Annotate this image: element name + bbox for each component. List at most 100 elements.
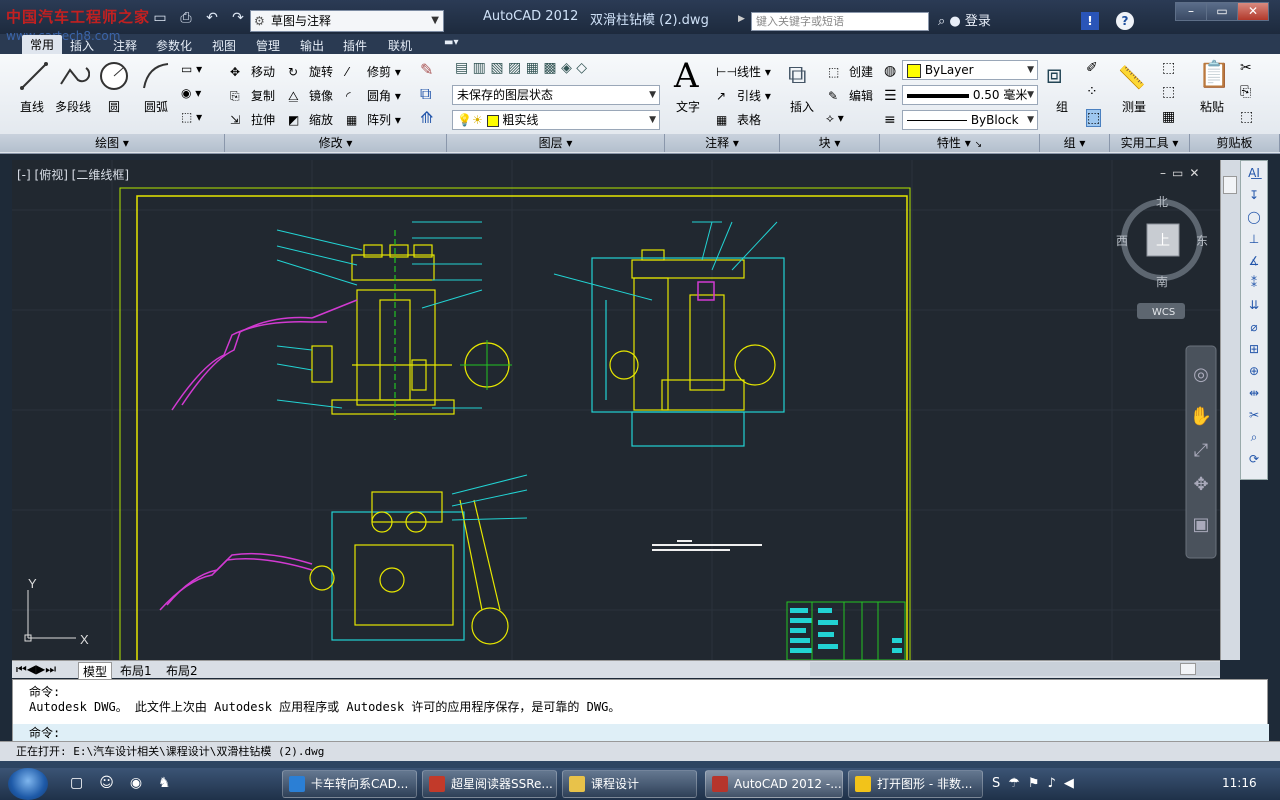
tab-insert[interactable]: 插入 (70, 37, 94, 54)
copy-clip-icon[interactable]: ⎘ (1240, 84, 1251, 100)
tab-nav-icons[interactable]: ⏮◀▶⏭ (16, 662, 56, 677)
taskbar-item-browser[interactable]: 卡车转向系CAD... (282, 770, 417, 798)
new-icon[interactable]: ▭ (150, 9, 170, 27)
tab-parametric[interactable]: 参数化 (156, 37, 192, 54)
linear-dim-button[interactable]: ⊢⊣线性 ▾ (716, 63, 771, 81)
leader-button[interactable]: ↗ 引线 ▾ (716, 87, 771, 105)
circle-button[interactable]: 圆 (108, 98, 120, 115)
dim-radius-icon[interactable]: ◯ (1244, 207, 1264, 227)
search-expand-icon[interactable]: ▶ (738, 14, 745, 24)
explode-icon[interactable]: ⧉ (420, 84, 431, 104)
layer-select[interactable]: 💡☀ 粗实线 ▼ (452, 110, 660, 130)
undo-icon[interactable]: ↶ (202, 9, 222, 27)
color-select[interactable]: ByLayer ▼ (902, 60, 1038, 80)
close-button[interactable]: ✕ (1237, 2, 1269, 21)
dim-update-icon[interactable]: ⟳ (1244, 449, 1264, 469)
search-input[interactable]: 键入关键字或短语 (751, 12, 929, 31)
dim-inspect-icon[interactable]: ⌕ (1244, 427, 1264, 447)
trim-button[interactable]: ⁄ 修剪 ▾ (346, 63, 401, 81)
taskbar-item-autocad[interactable]: AutoCAD 2012 -... (705, 770, 843, 798)
tab-home[interactable]: 常用 (22, 35, 63, 54)
arc-button[interactable]: 圆弧 (144, 98, 168, 115)
clipboard-panel-title[interactable]: 剪贴板 (1190, 134, 1280, 152)
group-edit-icon[interactable]: ⁘ (1086, 84, 1098, 100)
measure-button[interactable]: 测量 (1122, 98, 1146, 115)
ungroup-icon[interactable]: ✐ (1086, 60, 1098, 76)
group-button[interactable]: 组 (1056, 98, 1068, 115)
login-button[interactable]: ⌕ ● 登录 (938, 10, 991, 29)
fillet-button[interactable]: ◜ 圆角 ▾ (346, 87, 401, 105)
cut-icon[interactable]: ✂ (1240, 60, 1252, 76)
tab-model[interactable]: 模型 (78, 662, 113, 680)
dimstyle-icon[interactable]: A͟I (1244, 163, 1264, 183)
taskbar-item-open-dialog[interactable]: 打开图形 - 非数... (848, 770, 983, 798)
dim-angular-icon[interactable]: ∡ (1244, 251, 1264, 271)
tab-plugins[interactable]: 插件 (343, 37, 367, 54)
layer-state-select[interactable]: 未保存的图层状态 ▼ (452, 85, 660, 105)
command-input[interactable]: 命令: (13, 724, 1269, 742)
properties-panel-title[interactable]: 特性 ▾ ↘ (880, 134, 1040, 152)
drawing-canvas[interactable]: Y X 上 北 南 东 西 WCS ◎ ✋ ⤢ ✥ ▣ (12, 160, 1220, 660)
dim-ordinate-icon[interactable]: ⁑ (1244, 273, 1264, 293)
tab-layout1[interactable]: 布局1 (116, 662, 156, 679)
copy-button[interactable]: ⎘ 复制 (230, 87, 275, 105)
scale-button[interactable]: ◩ 缩放 (288, 111, 333, 129)
move-button[interactable]: ✥ 移动 (230, 63, 275, 81)
dim-continue-icon[interactable]: ⇊ (1244, 295, 1264, 315)
tab-output[interactable]: 输出 (300, 37, 324, 54)
dim-baseline-icon[interactable]: ⊥ (1244, 229, 1264, 249)
groups-panel-title[interactable]: 组 ▾ (1040, 134, 1110, 152)
tab-view[interactable]: 视图 (212, 37, 236, 54)
insert-button[interactable]: 插入 (790, 98, 814, 115)
horizontal-scrollbar[interactable] (810, 662, 1220, 676)
start-button[interactable] (8, 768, 48, 800)
erase-icon[interactable]: ✎ (420, 60, 433, 79)
hatch-icon[interactable]: ◉ ▾ (181, 86, 201, 100)
dialog-launcher-icon[interactable]: ↘ (975, 140, 983, 150)
dim-space-icon[interactable]: ⇹ (1244, 383, 1264, 403)
rotate-button[interactable]: ↻ 旋转 (288, 63, 333, 81)
edit-block-button[interactable]: ✎ 编辑 (828, 87, 873, 105)
workspace-select[interactable]: ⚙ 草图与注释 ▼ (250, 10, 444, 32)
quick-select-icon[interactable]: ⬚ (1162, 60, 1175, 76)
tab-layout2[interactable]: 布局2 (162, 662, 202, 679)
dim-break-icon[interactable]: ✂ (1244, 405, 1264, 425)
exchange-icon[interactable]: ! (1081, 12, 1099, 30)
hscroll-thumb[interactable] (1180, 663, 1196, 675)
vertical-scrollbar[interactable] (1220, 160, 1240, 660)
maximize-button[interactable]: ▭ (1206, 2, 1238, 21)
viewport-controls-label[interactable]: [-] [俯视] [二维线框] (17, 166, 129, 183)
block-attributes-icon[interactable]: ⟡ ▾ (826, 111, 844, 126)
lineweight-select[interactable]: 0.50 毫米 ▼ (902, 85, 1038, 105)
redo-icon[interactable]: ↷ (228, 9, 248, 27)
pinned-app-icons[interactable]: ▢☺◉♞ (70, 775, 187, 791)
table-button[interactable]: ▦ 表格 (716, 111, 761, 129)
offset-icon[interactable]: ⟰ (420, 108, 433, 127)
stretch-button[interactable]: ⇲ 拉伸 (230, 111, 275, 129)
print-icon[interactable]: ⎙ (176, 9, 196, 27)
tab-annotate[interactable]: 注释 (113, 37, 137, 54)
annotation-panel-title[interactable]: 注释 ▾ (665, 134, 780, 152)
block-panel-title[interactable]: 块 ▾ (780, 134, 880, 152)
polyline-button[interactable]: 多段线 (55, 98, 91, 115)
taskbar-item-folder[interactable]: 课程设计 (562, 770, 697, 798)
modify-panel-title[interactable]: 修改 ▾ (225, 134, 447, 152)
array-button[interactable]: ▦ 阵列 ▾ (346, 111, 401, 129)
layer-tools-icons[interactable]: ▤ ▥ ▧ ▨ ▦ ▩ ◈ ◇ (455, 60, 587, 76)
point-style-icon[interactable]: ⬚ (1162, 84, 1175, 100)
taskbar-item-reader[interactable]: 超星阅读器SSRe... (422, 770, 557, 798)
region-icon[interactable]: ⬚ ▾ (181, 110, 202, 124)
dim-tolerance-icon[interactable]: ⊞ (1244, 339, 1264, 359)
system-tray-icons[interactable]: S☂⚑♪◀ (992, 776, 1082, 791)
viewport-window-controls[interactable]: –▭✕ (1160, 166, 1205, 180)
text-button[interactable]: 文字 (676, 98, 700, 115)
line-button[interactable]: 直线 (20, 98, 44, 115)
dim-center-icon[interactable]: ⊕ (1244, 361, 1264, 381)
utilities-panel-title[interactable]: 实用工具 ▾ (1110, 134, 1190, 152)
minimize-button[interactable]: – (1175, 2, 1207, 21)
create-block-button[interactable]: ⬚ 创建 (828, 63, 873, 81)
rectangle-icon[interactable]: ▭ ▾ (181, 62, 202, 76)
ribbon-toggle-icon[interactable]: ▬▾ (444, 37, 458, 48)
tab-online[interactable]: 联机 (388, 37, 412, 54)
dim-diameter-icon[interactable]: ⌀ (1244, 317, 1264, 337)
